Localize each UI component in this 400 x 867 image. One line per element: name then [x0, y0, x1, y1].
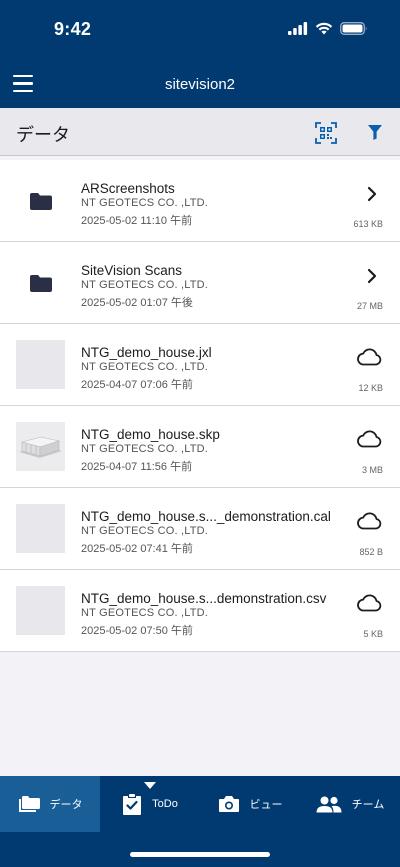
- file-name: NTG_demo_house.s...demonstration.csv: [81, 591, 327, 606]
- file-company: NT GEOTECS CO. ,LTD.: [81, 279, 209, 291]
- folder-icon: [18, 795, 40, 812]
- status-time: 9:42: [54, 19, 92, 39]
- folder-icon: [30, 275, 52, 292]
- home-indicator-area: [0, 832, 400, 867]
- file-name: NTG_demo_house.s..._demonstration.cal: [81, 509, 331, 524]
- tab-view[interactable]: ビュー: [200, 776, 300, 832]
- file-company: NT GEOTECS CO. ,LTD.: [81, 443, 209, 455]
- file-size: 27 MB: [356, 301, 383, 311]
- file-company: NT GEOTECS CO. ,LTD.: [81, 197, 209, 209]
- file-thumbnail: [16, 586, 65, 635]
- list-item[interactable]: NTG_demo_house.skp NT GEOTECS CO. ,LTD. …: [0, 406, 400, 488]
- tab-data[interactable]: データ: [0, 776, 100, 832]
- chevron-right-icon[interactable]: [367, 186, 377, 202]
- file-company: NT GEOTECS CO. ,LTD.: [81, 525, 209, 537]
- cloud-download-icon[interactable]: [356, 430, 382, 448]
- file-name: NTG_demo_house.skp: [81, 427, 220, 442]
- list-item[interactable]: NTG_demo_house.s...demonstration.csv NT …: [0, 570, 400, 652]
- people-icon: [316, 796, 342, 812]
- cloud-download-icon[interactable]: [356, 594, 382, 612]
- file-size: 5 KB: [363, 629, 383, 639]
- file-date: 2025-05-02 07:41 午前: [81, 543, 193, 555]
- folder-icon: [30, 193, 52, 210]
- cellular-signal-icon: [288, 22, 308, 35]
- caret-down-icon[interactable]: [144, 782, 156, 789]
- tab-label: ToDo: [152, 798, 178, 810]
- status-bar: 9:42: [0, 0, 400, 62]
- file-size: 12 KB: [358, 383, 383, 393]
- camera-icon: [218, 796, 239, 812]
- file-name: SiteVision Scans: [81, 263, 183, 278]
- qr-scan-icon[interactable]: [315, 122, 337, 144]
- file-date: 2025-04-07 07:06 午前: [81, 379, 193, 391]
- tab-label: チーム: [351, 799, 385, 811]
- file-company: NT GEOTECS CO. ,LTD.: [81, 361, 209, 373]
- file-size: 852 B: [359, 547, 383, 557]
- wifi-icon: [315, 22, 333, 35]
- tab-label: データ: [49, 799, 83, 811]
- app-title: sitevision2: [164, 76, 236, 93]
- file-size: 613 KB: [353, 219, 383, 229]
- file-company: NT GEOTECS CO. ,LTD.: [81, 607, 209, 619]
- list-item[interactable]: ARScreenshots NT GEOTECS CO. ,LTD. 2025-…: [0, 160, 400, 242]
- file-date: 2025-05-02 07:50 午前: [81, 625, 193, 637]
- battery-icon: [340, 22, 367, 35]
- filter-icon[interactable]: [368, 125, 382, 140]
- file-date: 2025-05-02 11:10 午前: [81, 215, 193, 227]
- tab-todo[interactable]: ToDo: [100, 776, 200, 832]
- tab-bar: データ ToDo ビュー チーム: [0, 776, 400, 832]
- list-item[interactable]: SiteVision Scans NT GEOTECS CO. ,LTD. 20…: [0, 242, 400, 324]
- file-name: NTG_demo_house.jxl: [81, 345, 212, 360]
- tab-team[interactable]: チーム: [300, 776, 400, 832]
- model-thumbnail: [16, 422, 65, 471]
- page-title: データ: [16, 125, 70, 145]
- status-icons: [288, 22, 368, 35]
- tab-label: ビュー: [249, 799, 283, 811]
- section-header: データ: [0, 108, 400, 156]
- chevron-right-icon[interactable]: [367, 268, 377, 284]
- file-size: 3 MB: [361, 465, 383, 475]
- file-thumbnail: [16, 340, 65, 389]
- file-date: 2025-04-07 11:56 午前: [81, 461, 193, 473]
- home-indicator[interactable]: [130, 852, 270, 857]
- file-list: ARScreenshots NT GEOTECS CO. ,LTD. 2025-…: [0, 160, 400, 652]
- list-item[interactable]: NTG_demo_house.jxl NT GEOTECS CO. ,LTD. …: [0, 324, 400, 406]
- file-thumbnail: [16, 504, 65, 553]
- clipboard-check-icon: [123, 794, 142, 815]
- navigation-bar: sitevision2: [0, 62, 400, 108]
- file-date: 2025-05-02 01:07 午後: [81, 297, 193, 309]
- cloud-download-icon[interactable]: [356, 348, 382, 366]
- cloud-download-icon[interactable]: [356, 512, 382, 530]
- list-item[interactable]: NTG_demo_house.s..._demonstration.cal NT…: [0, 488, 400, 570]
- file-name: ARScreenshots: [81, 181, 175, 196]
